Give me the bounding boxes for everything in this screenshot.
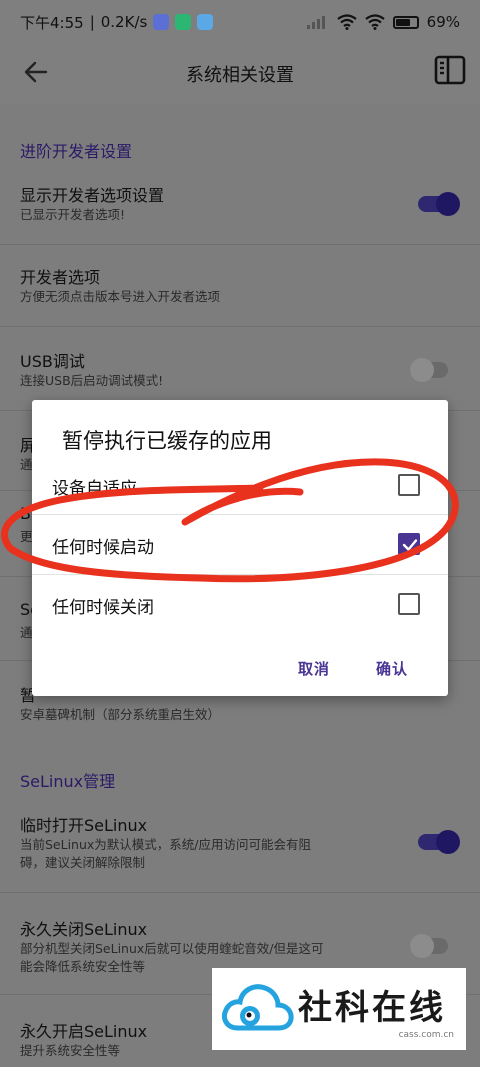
watermark-name: 社科在线	[298, 988, 446, 1028]
setting-title: 显示开发者选项设置	[20, 186, 165, 205]
setting-title: 临时打开SeLinux	[20, 816, 148, 835]
status-time: 下午4:55	[20, 13, 84, 32]
cancel-button[interactable]: 取消	[298, 658, 330, 679]
setting-show-dev-options[interactable]: 显示开发者选项设置 已显示开发者选项!	[0, 176, 480, 246]
panel-toggle-icon[interactable]	[434, 54, 466, 86]
battery-fill	[395, 18, 410, 26]
battery-percent: 69%	[426, 13, 460, 31]
app-notification-icon	[153, 14, 170, 30]
wifi-icon	[364, 14, 385, 30]
watermark-url: cass.com.cn	[398, 1030, 454, 1040]
setting-subtitle: 能会降低系统安全性等	[20, 959, 146, 974]
setting-title: 永久关闭SeLinux	[20, 920, 148, 939]
selinux-temp-switch[interactable]	[418, 830, 460, 854]
show-dev-switch[interactable]	[418, 192, 460, 216]
red-annotation-circle	[1, 458, 459, 583]
confirm-button[interactable]: 确认	[376, 658, 408, 679]
switch-knob	[436, 830, 460, 854]
setting-title: USB调试	[20, 352, 85, 371]
setting-subtitle: 当前SeLinux为默认模式，系统/应用访问可能会有阻	[20, 837, 312, 852]
setting-title: 永久开启SeLinux	[20, 1022, 148, 1041]
switch-knob	[436, 192, 460, 216]
setting-subtitle: 方便无须点击版本号进入开发者选项	[20, 289, 221, 304]
switch-knob	[410, 358, 434, 382]
page-title: 系统相关设置	[186, 65, 294, 86]
divider	[0, 326, 480, 327]
setting-subtitle: 已显示开发者选项!	[20, 207, 126, 222]
status-bar: 下午4:55 | 0.2K/s 69%	[0, 0, 480, 44]
status-left: 下午4:55 | 0.2K/s	[20, 12, 214, 33]
status-separator: |	[89, 13, 95, 31]
app-notification-icon	[175, 14, 192, 30]
setting-subtitle: 通	[20, 625, 33, 640]
divider	[0, 244, 480, 245]
watermark: 社科在线 cass.com.cn	[212, 968, 466, 1050]
app-bar: 系统相关设置	[0, 44, 480, 104]
status-right: 69%	[306, 13, 460, 31]
option-label: 任何时候关闭	[52, 598, 154, 618]
setting-subtitle: 连接USB后启动调试模式!	[20, 373, 164, 388]
selinux-off-switch[interactable]	[410, 934, 450, 958]
setting-subtitle: 安卓墓碑机制（部分系统重启生效）	[20, 707, 221, 722]
status-speed: 0.2K/s	[100, 13, 148, 31]
cellular-signal-icon	[306, 16, 325, 29]
divider	[0, 892, 480, 893]
app-notification-icon	[197, 14, 214, 30]
switch-knob	[410, 934, 434, 958]
option-checkbox[interactable]	[398, 593, 420, 615]
setting-subtitle: 部分机型关闭SeLinux后就可以使用蝰蛇音效/但是这可	[20, 941, 324, 956]
setting-dev-options[interactable]: 开发者选项 方便无须点击版本号进入开发者选项	[0, 256, 480, 326]
battery-icon	[392, 15, 419, 29]
section-title-selinux: SeLinux管理	[20, 772, 116, 791]
setting-subtitle: 提升系统安全性等	[20, 1043, 121, 1058]
setting-selinux-temp[interactable]: 临时打开SeLinux 当前SeLinux为默认模式，系统/应用访问可能会有阻 …	[0, 804, 480, 884]
wifi-icon	[336, 14, 357, 30]
cloud-logo-icon	[222, 984, 294, 1031]
section-title-advanced-dev: 进阶开发者设置	[20, 142, 133, 161]
setting-title: 开发者选项	[20, 268, 101, 287]
setting-subtitle: 碍，建议关闭解除限制	[20, 855, 146, 870]
usb-debug-switch[interactable]	[410, 358, 450, 382]
